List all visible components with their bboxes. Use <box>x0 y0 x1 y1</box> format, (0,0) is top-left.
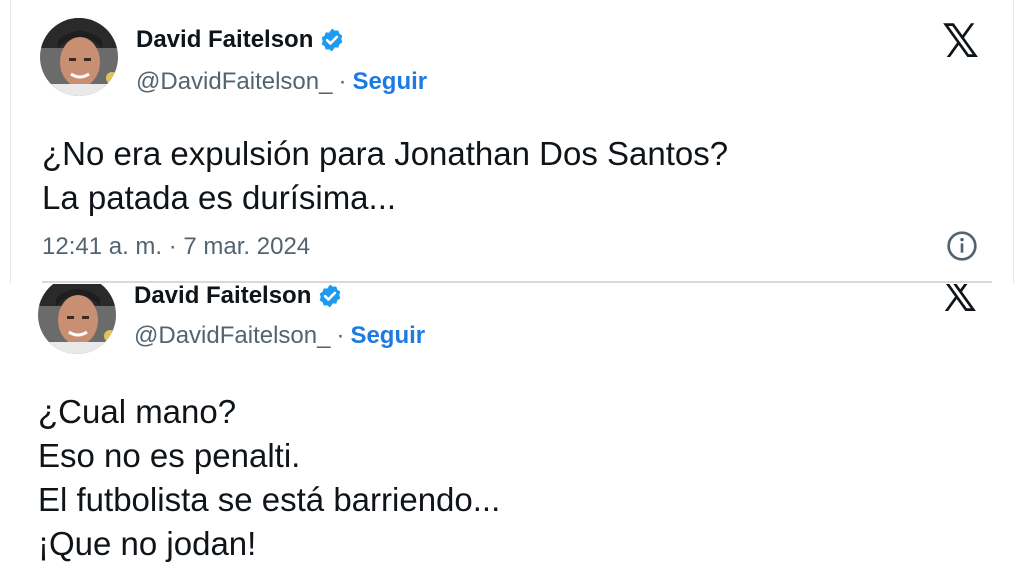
separator-dot: · <box>336 322 345 349</box>
divider <box>42 281 992 283</box>
follow-button[interactable]: Seguir <box>350 322 425 350</box>
verified-badge-icon <box>322 28 343 52</box>
tweet-text-line: El futbolista se está barriendo... <box>38 481 501 518</box>
tweet-card-2: David Faitelson @DavidFaitelson_ · Segui… <box>0 284 1024 576</box>
author-name[interactable]: David Faitelson <box>134 284 311 310</box>
tweet-text: ¿No era expulsión para Jonathan Dos Sant… <box>42 132 728 220</box>
tweet-card-1: David Faitelson @DavidFaitelson_ · Segui… <box>0 0 1024 284</box>
follow-button[interactable]: Seguir <box>352 68 427 96</box>
tweet-text-line: La patada es durísima... <box>42 179 397 216</box>
author-handle[interactable]: @DavidFaitelson_ <box>136 68 332 96</box>
tweet-text-line: ¿Cual mano? <box>38 393 237 430</box>
x-logo-icon[interactable]: 𝕏 <box>942 14 979 68</box>
tweet-text-line: ¿No era expulsión para Jonathan Dos Sant… <box>42 135 729 172</box>
x-logo-icon[interactable]: 𝕏 <box>940 284 977 322</box>
author-name[interactable]: David Faitelson <box>136 26 313 54</box>
tweet-text-line: ¡Que no jodan! <box>38 525 257 562</box>
card-border-left <box>10 0 11 284</box>
avatar[interactable] <box>38 284 116 354</box>
author-handle[interactable]: @DavidFaitelson_ <box>134 322 330 350</box>
info-icon[interactable] <box>946 230 978 262</box>
separator-dot: · <box>338 68 347 95</box>
card-border-right <box>1013 0 1014 284</box>
verified-badge-icon <box>320 284 341 308</box>
tweet-timestamp[interactable]: 12:41 a. m. · 7 mar. 2024 <box>42 233 310 261</box>
tweet-text: ¿Cual mano? Eso no es penalti. El futbol… <box>38 390 500 566</box>
avatar[interactable] <box>40 18 118 96</box>
tweet-text-line: Eso no es penalti. <box>38 437 301 474</box>
